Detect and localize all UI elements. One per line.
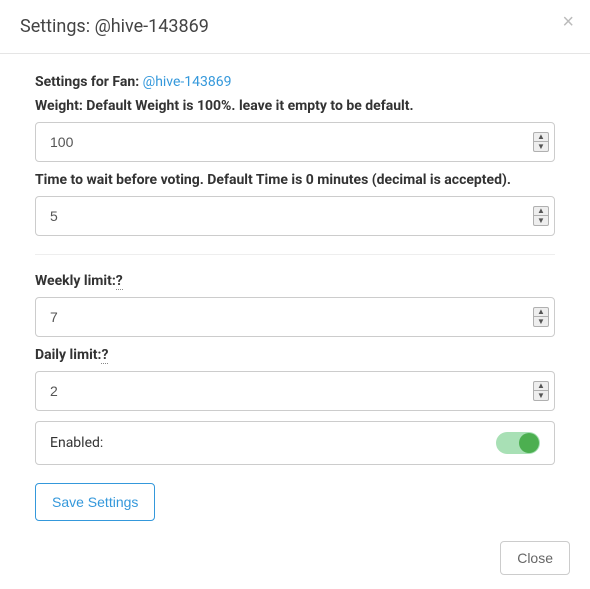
- title-prefix: Settings:: [20, 16, 95, 37]
- enabled-row: Enabled:: [35, 421, 555, 465]
- daily-spin-down[interactable]: ▼: [534, 391, 548, 400]
- time-input-wrap: ▲ ▼: [35, 196, 555, 236]
- weekly-label-text: Weekly limit:: [35, 273, 116, 289]
- weekly-help-icon[interactable]: ?: [116, 273, 123, 290]
- save-button[interactable]: Save Settings: [35, 483, 155, 521]
- weekly-input-wrap: ▲ ▼: [35, 297, 555, 337]
- intro-prefix: Settings for Fan:: [35, 74, 143, 90]
- daily-spinner: ▲ ▼: [533, 381, 549, 401]
- daily-help-icon[interactable]: ?: [101, 347, 108, 364]
- time-label: Time to wait before voting. Default Time…: [35, 172, 555, 188]
- weight-label: Weight: Default Weight is 100%. leave it…: [35, 98, 555, 114]
- weight-spin-up[interactable]: ▲: [534, 133, 548, 142]
- daily-input-wrap: ▲ ▼: [35, 371, 555, 411]
- enabled-label: Enabled:: [50, 435, 103, 451]
- title-account: @hive-143869: [95, 16, 209, 37]
- weight-spin-down[interactable]: ▼: [534, 142, 548, 151]
- daily-label-text: Daily limit:: [35, 347, 101, 363]
- close-icon[interactable]: ×: [562, 12, 574, 32]
- fan-account-link[interactable]: @hive-143869: [143, 74, 232, 90]
- daily-spin-up[interactable]: ▲: [534, 382, 548, 391]
- time-spin-up[interactable]: ▲: [534, 207, 548, 216]
- enabled-toggle[interactable]: [496, 432, 540, 454]
- settings-modal: Settings: @hive-143869 × Settings for Fa…: [0, 0, 590, 589]
- toggle-knob-icon: [519, 433, 539, 453]
- modal-body: Settings for Fan: @hive-143869 Weight: D…: [0, 54, 590, 527]
- weekly-spin-down[interactable]: ▼: [534, 317, 548, 326]
- daily-input[interactable]: [35, 371, 555, 411]
- weight-input-wrap: ▲ ▼: [35, 122, 555, 162]
- separator: [35, 254, 555, 255]
- weekly-spinner: ▲ ▼: [533, 307, 549, 327]
- modal-header: Settings: @hive-143869 ×: [0, 0, 590, 54]
- close-button[interactable]: Close: [500, 541, 570, 575]
- time-input[interactable]: [35, 196, 555, 236]
- weekly-label: Weekly limit:?: [35, 273, 555, 289]
- modal-title: Settings: @hive-143869: [20, 16, 570, 37]
- weekly-input[interactable]: [35, 297, 555, 337]
- intro-line: Settings for Fan: @hive-143869: [35, 74, 555, 90]
- weekly-spin-up[interactable]: ▲: [534, 308, 548, 317]
- time-spin-down[interactable]: ▼: [534, 216, 548, 225]
- weight-spinner: ▲ ▼: [533, 132, 549, 152]
- time-spinner: ▲ ▼: [533, 206, 549, 226]
- daily-label: Daily limit:?: [35, 347, 555, 363]
- modal-footer: Close: [0, 527, 590, 589]
- weight-input[interactable]: [35, 122, 555, 162]
